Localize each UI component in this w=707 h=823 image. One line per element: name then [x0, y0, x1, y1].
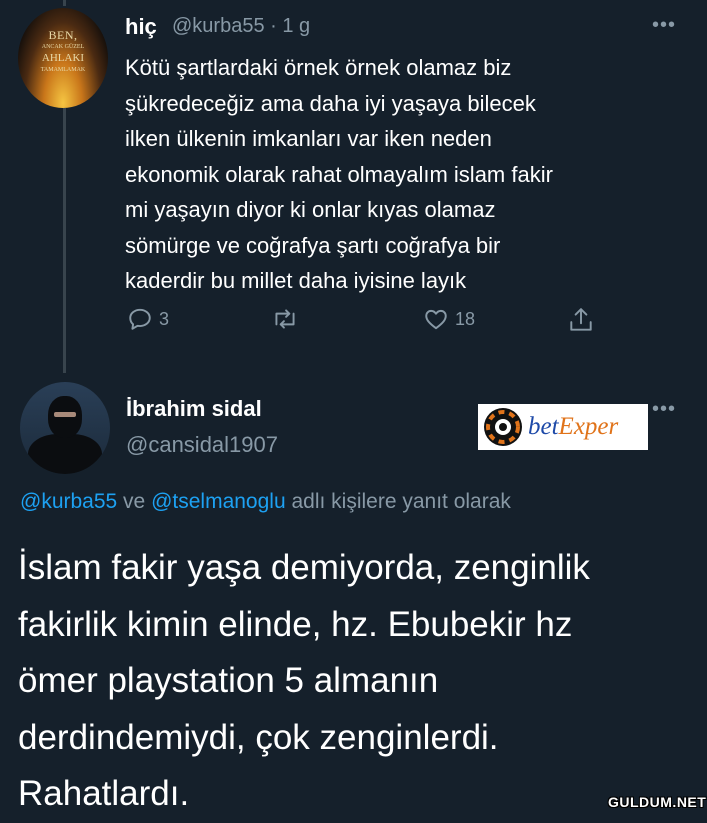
avatar[interactable] — [20, 382, 110, 474]
avatar[interactable]: BEN, ANCAK GÜZEL AHLAKI TAMAMLAMAK — [18, 8, 108, 108]
tweet-text-line: şükredeceğiz ama daha iyi yaşaya bilecek — [125, 90, 536, 116]
avatar-text: ANCAK GÜZEL — [41, 44, 85, 50]
tweet-text-line: kaderdir bu millet daha iyisine layık — [125, 268, 467, 293]
retweet-icon — [275, 309, 295, 329]
mention-link[interactable]: @kurba55 — [20, 490, 117, 513]
author-name[interactable]: hiç — [125, 14, 157, 40]
like-button[interactable]: 18 — [423, 306, 475, 332]
more-icon[interactable]: ••• — [652, 14, 676, 37]
reply-text-line: İslam fakir yaşa demiyorda, zenginlik — [18, 548, 590, 587]
like-count: 18 — [455, 308, 476, 329]
thread-line-top — [63, 0, 66, 6]
mention-link[interactable]: @tselmanoglu — [151, 490, 286, 513]
like-icon — [425, 309, 447, 330]
tweet-text-line: sömürge ve coğrafya şartı coğrafya bir — [125, 232, 501, 258]
ad-banner[interactable]: betExper — [478, 404, 648, 450]
tweet-text-line: ilken ülkenin imkanları var iken neden — [125, 126, 492, 151]
retweet-button[interactable] — [270, 306, 300, 332]
share-button[interactable] — [568, 306, 594, 334]
reply-count: 3 — [159, 308, 170, 329]
watermark: GULDUM.NET — [608, 794, 707, 810]
tweet-text-line: Kötü şartlardaki örnek örnek olamaz biz — [125, 55, 512, 80]
reply-text: İslam fakir yaşa demiyorda, zenginlik fa… — [18, 540, 698, 823]
avatar-text: AHLAKI — [41, 52, 85, 64]
poker-chip-icon — [484, 408, 522, 446]
reply-text-line: derdindemiydi, çok zenginlerdi. — [18, 717, 499, 757]
thread-line — [63, 108, 66, 373]
more-icon[interactable]: ••• — [652, 398, 676, 421]
tweet-text: Kötü şartlardaki örnek örnek olamaz biz … — [125, 50, 695, 299]
share-icon — [570, 308, 592, 331]
author-handle[interactable]: @cansidal1907 — [126, 432, 278, 458]
reply-icon — [129, 308, 151, 330]
reply-text-line: Rahatlardı. — [18, 774, 190, 813]
replying-to: @kurba55 ve @tselmanoglu adlı kişilere y… — [20, 490, 511, 513]
author-handle-time[interactable]: @kurba55 · 1 g — [172, 15, 310, 38]
tweet-text-line: mi yaşayın diyor ki onlar kıyas olamaz — [125, 197, 496, 222]
avatar-text: TAMAMLAMAK — [40, 67, 86, 73]
tweet-text-line: ekonomik olarak rahat olmayalım islam fa… — [125, 161, 553, 187]
author-name[interactable]: İbrahim sidal — [126, 396, 262, 422]
reply-text-line: fakirlik kimin elinde, hz. Ebubekir hz — [18, 604, 573, 644]
ad-brand: betExper — [528, 413, 619, 440]
avatar-text: BEN, — [48, 28, 78, 42]
reply-text-line: ömer playstation 5 almanın — [18, 661, 439, 700]
reply-button[interactable]: 3 — [127, 306, 169, 332]
